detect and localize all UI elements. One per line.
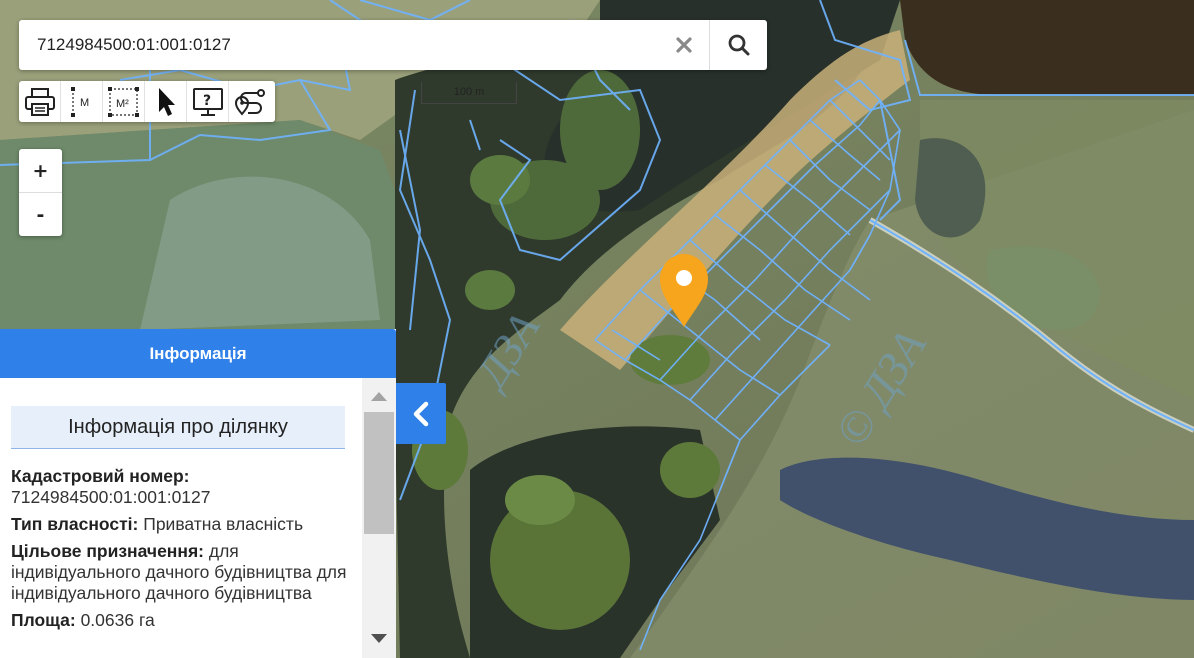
info-panel: Інформація Інформація про ділянку Кадаст… bbox=[0, 329, 396, 658]
field-value: Приватна власність bbox=[143, 514, 304, 534]
measure-distance-label: M bbox=[80, 97, 89, 109]
field-label: Кадастровий номер: bbox=[11, 466, 190, 486]
print-button[interactable] bbox=[19, 81, 61, 122]
zoom-control: + - bbox=[19, 149, 62, 236]
scale-bar: 100 m bbox=[421, 82, 517, 104]
field-purpose: Цільове призначення: для індивідуального… bbox=[11, 541, 351, 604]
scroll-down-button[interactable] bbox=[362, 628, 396, 650]
triangle-down-icon bbox=[371, 634, 387, 643]
measure-distance-icon: M bbox=[70, 86, 89, 117]
panel-body: Інформація про ділянку Кадастровий номер… bbox=[0, 378, 362, 658]
info-screen-button[interactable]: ? bbox=[187, 81, 229, 122]
field-value: 7124984500:01:001:0127 bbox=[11, 487, 211, 507]
triangle-up-icon bbox=[371, 392, 387, 401]
measure-area-icon: M² bbox=[107, 86, 139, 117]
measure-area-button[interactable]: M² bbox=[103, 81, 145, 122]
field-label: Цільове призначення: bbox=[11, 541, 204, 561]
zoom-in-button[interactable]: + bbox=[19, 149, 62, 193]
field-ownership-type: Тип власності: Приватна власність bbox=[11, 514, 351, 535]
close-icon bbox=[676, 37, 692, 53]
search-icon bbox=[728, 34, 750, 56]
zoom-out-button[interactable]: - bbox=[19, 193, 62, 236]
search-input[interactable] bbox=[19, 20, 659, 70]
search-bar bbox=[19, 20, 767, 70]
info-screen-icon: ? bbox=[192, 87, 223, 116]
route-button[interactable] bbox=[229, 81, 271, 122]
field-value: 0.0636 га bbox=[80, 610, 155, 630]
field-area: Площа: 0.0636 га bbox=[11, 610, 351, 631]
clear-search-button[interactable] bbox=[671, 32, 697, 58]
field-cadastral-number: Кадастровий номер: 7124984500:01:001:012… bbox=[11, 466, 351, 508]
print-icon bbox=[24, 87, 55, 116]
panel-title: Інформація bbox=[0, 329, 396, 378]
field-label: Тип власності: bbox=[11, 514, 139, 534]
field-label: Площа: bbox=[11, 610, 76, 630]
route-icon bbox=[234, 88, 265, 116]
chevron-left-icon bbox=[413, 401, 429, 426]
scrollbar-thumb[interactable] bbox=[364, 412, 394, 534]
panel-scrollbar[interactable] bbox=[362, 378, 396, 658]
collapse-panel-button[interactable] bbox=[396, 383, 446, 444]
scroll-up-button[interactable] bbox=[362, 385, 396, 407]
select-pointer-icon bbox=[158, 87, 175, 116]
parcel-fields: Кадастровий номер: 7124984500:01:001:012… bbox=[11, 466, 351, 637]
select-pointer-button[interactable] bbox=[145, 81, 187, 122]
search-button[interactable] bbox=[709, 20, 768, 70]
section-title: Інформація про ділянку bbox=[11, 406, 345, 449]
map-toolbar: M M² ? bbox=[19, 81, 275, 122]
measure-area-label: M² bbox=[116, 98, 129, 110]
measure-distance-button[interactable]: M bbox=[61, 81, 103, 122]
svg-text:?: ? bbox=[203, 93, 211, 109]
